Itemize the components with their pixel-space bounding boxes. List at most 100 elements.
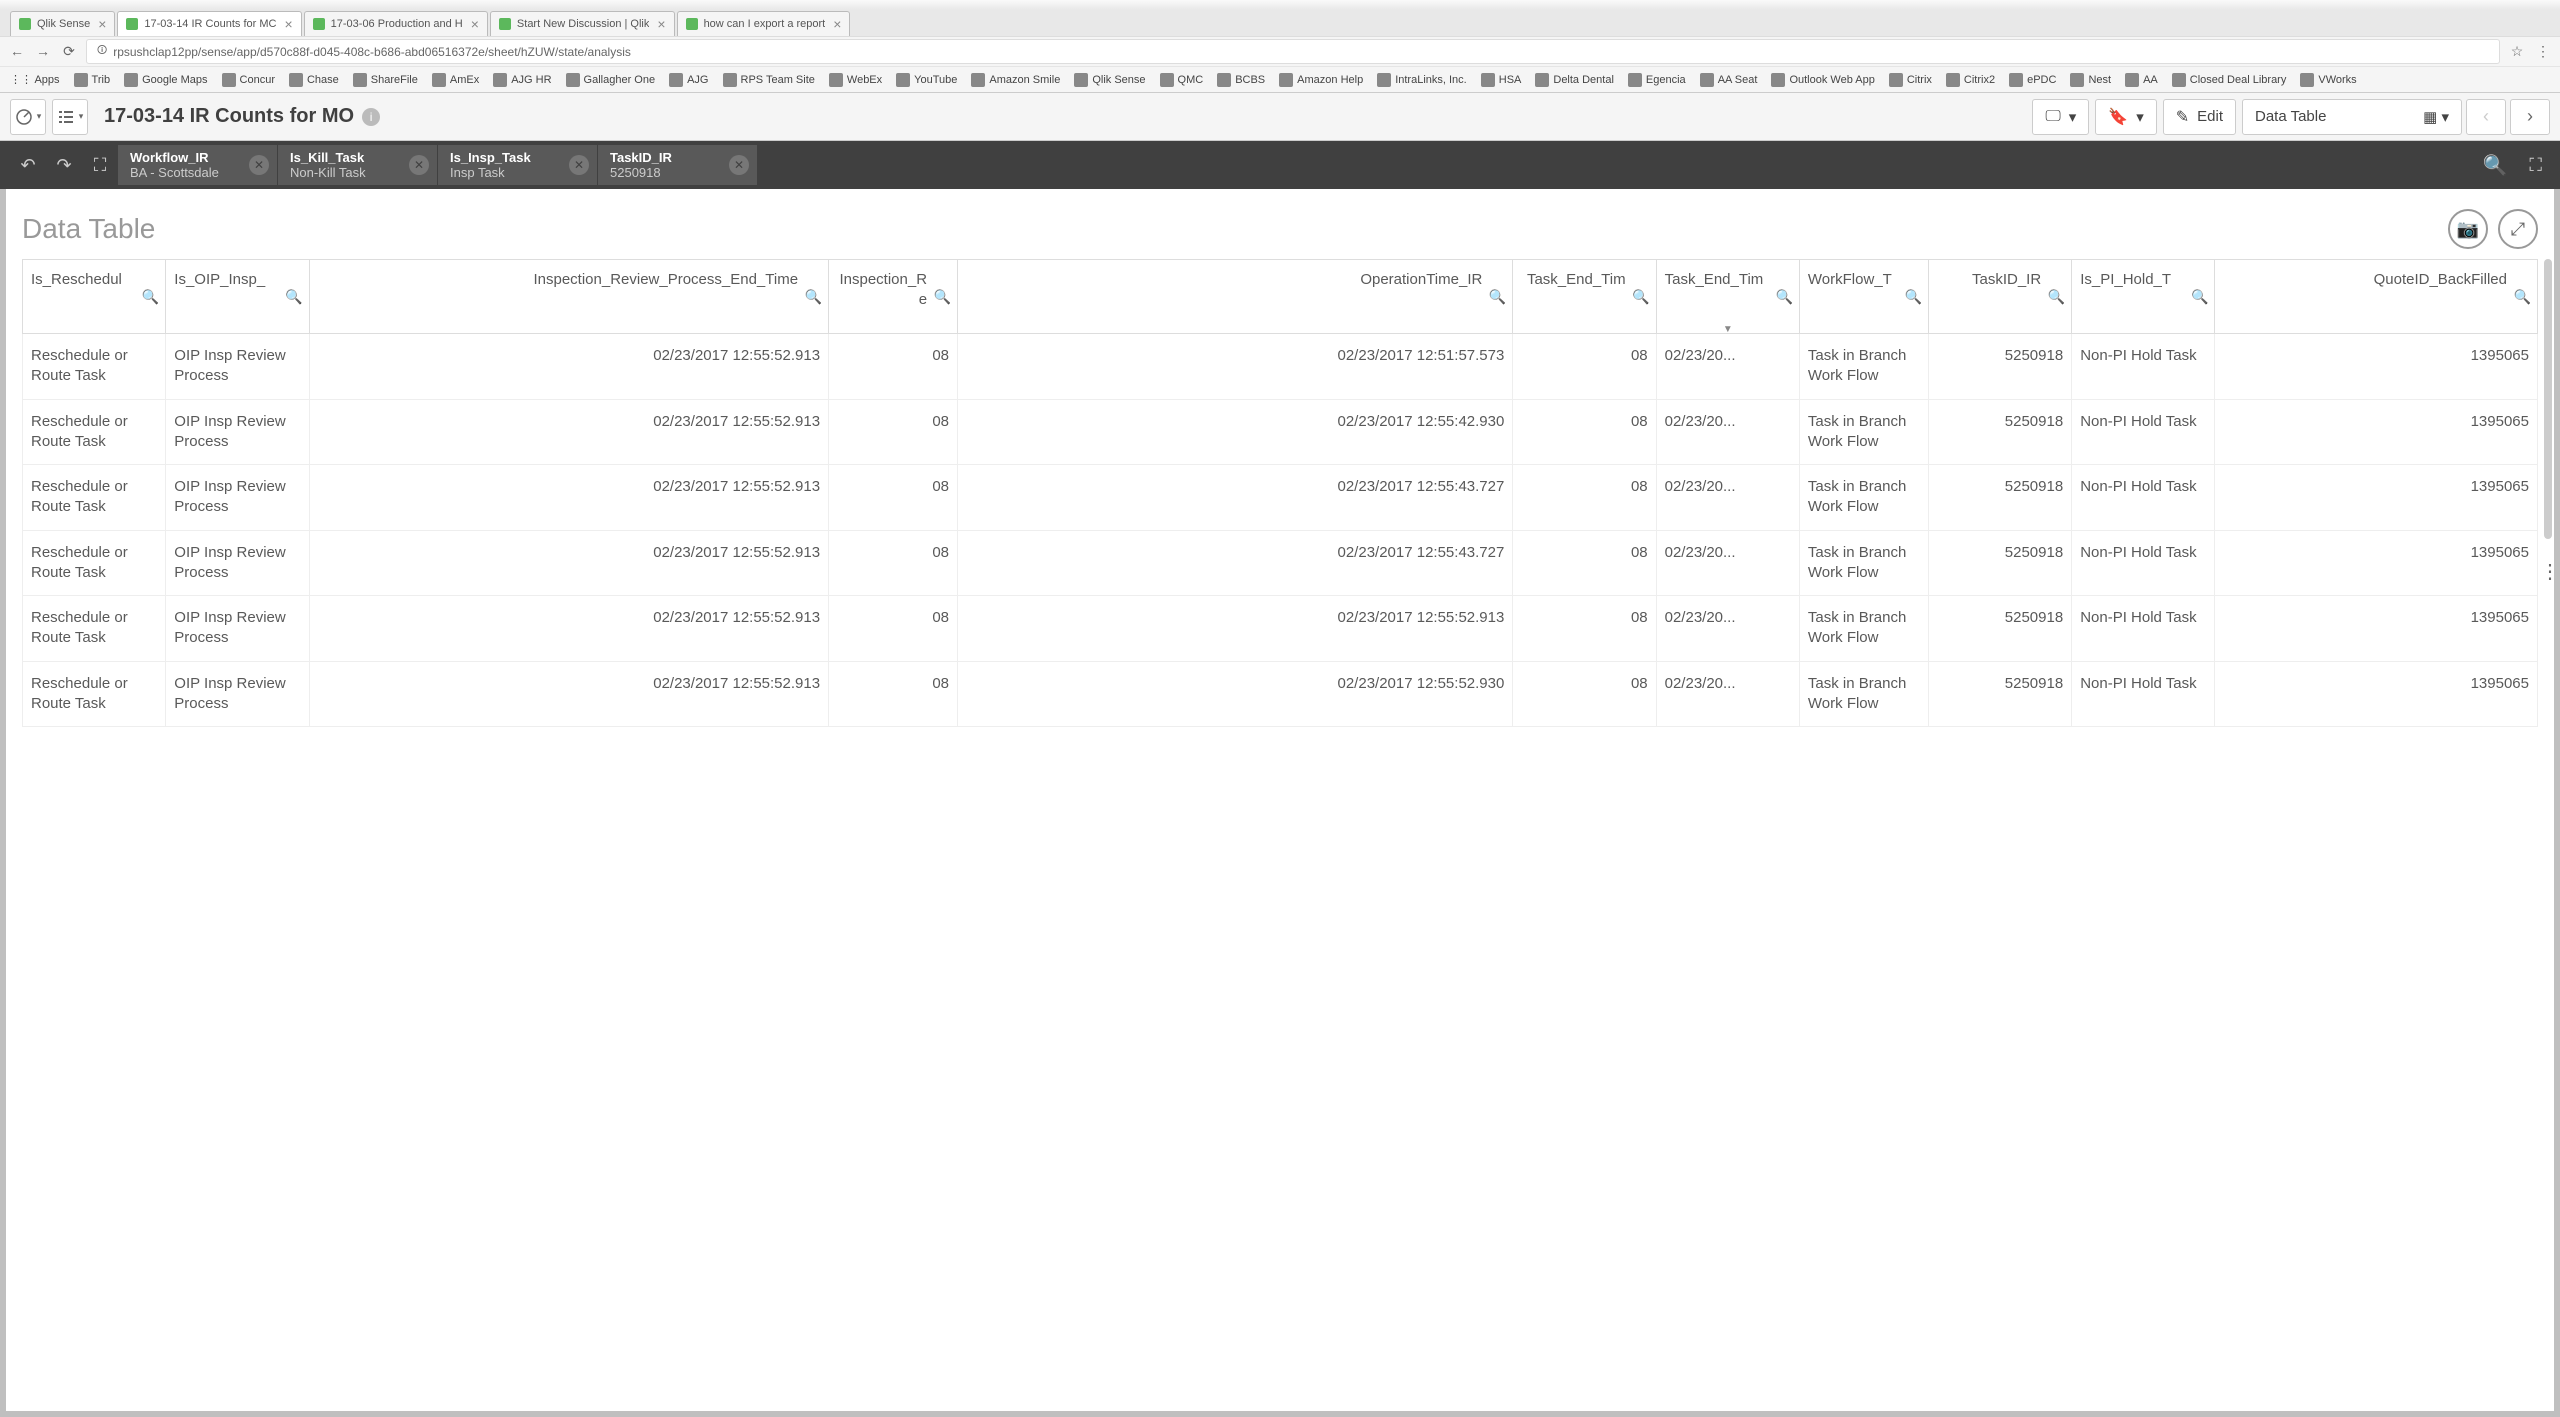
bookmark-item[interactable]: Concur — [222, 73, 275, 87]
data-table-object[interactable]: Is_Reschedul🔍Is_OIP_Insp_🔍Inspection_Rev… — [22, 259, 2538, 727]
column-header[interactable]: TaskID_IR🔍 — [1928, 260, 2071, 334]
column-header[interactable]: Inspection_Re🔍 — [829, 260, 958, 334]
bookmark-item[interactable]: AA — [2125, 73, 2158, 87]
selection-tag[interactable]: TaskID_IR5250918✕ — [598, 145, 758, 185]
bookmark-item[interactable]: VWorks — [2300, 73, 2356, 87]
bookmark-item[interactable]: Nest — [2070, 73, 2111, 87]
bookmark-item[interactable]: Citrix2 — [1946, 73, 1995, 87]
browser-tab[interactable]: how can I export a report× — [677, 11, 851, 36]
table-row[interactable]: Reschedule or Route TaskOIP Insp Review … — [23, 465, 2538, 531]
column-header[interactable]: Inspection_Review_Process_End_Time🔍 — [309, 260, 828, 334]
tab-close-icon[interactable]: × — [471, 16, 479, 32]
smart-search-button[interactable]: 🔍 — [2468, 153, 2521, 178]
clear-all-button[interactable]: ⛶ — [82, 147, 118, 183]
selection-clear-icon[interactable]: ✕ — [569, 155, 589, 175]
bookmark-item[interactable]: Closed Deal Library — [2172, 73, 2287, 87]
table-row[interactable]: Reschedule or Route TaskOIP Insp Review … — [23, 334, 2538, 400]
bookmark-item[interactable]: Amazon Help — [1279, 73, 1363, 87]
tab-close-icon[interactable]: × — [657, 16, 665, 32]
browser-tab[interactable]: Start New Discussion | Qlik× — [490, 11, 675, 36]
menu-icon[interactable]: ⋮ — [2534, 43, 2552, 61]
next-sheet-button[interactable]: › — [2510, 99, 2550, 135]
bookmark-item[interactable]: Gallagher One — [566, 73, 656, 87]
column-header[interactable]: Task_End_Tim🔍 — [1513, 260, 1656, 334]
column-header[interactable]: WorkFlow_T🔍 — [1799, 260, 1928, 334]
bookmark-item[interactable]: Delta Dental — [1535, 73, 1614, 87]
tab-close-icon[interactable]: × — [284, 16, 292, 32]
column-search-icon[interactable]: 🔍 — [805, 288, 822, 305]
star-icon[interactable]: ☆ — [2508, 43, 2526, 61]
table-row[interactable]: Reschedule or Route TaskOIP Insp Review … — [23, 530, 2538, 596]
browser-tab[interactable]: Qlik Sense× — [10, 11, 115, 36]
column-search-icon[interactable]: 🔍 — [2048, 288, 2065, 305]
bookmark-item[interactable]: IntraLinks, Inc. — [1377, 73, 1467, 87]
scrollbar-vertical[interactable] — [2544, 259, 2552, 539]
browser-tab[interactable]: 17-03-06 Production and H× — [304, 11, 488, 36]
bookmark-item[interactable]: ePDC — [2009, 73, 2056, 87]
bookmark-item[interactable]: Outlook Web App — [1771, 73, 1874, 87]
bookmark-item[interactable]: Qlik Sense — [1074, 73, 1145, 87]
step-back-button[interactable]: ↶ — [10, 147, 46, 183]
selection-clear-icon[interactable]: ✕ — [249, 155, 269, 175]
column-search-icon[interactable]: 🔍 — [1489, 288, 1506, 305]
column-search-icon[interactable]: 🔍 — [2191, 288, 2208, 305]
column-header[interactable]: Task_End_Tim🔍▼ — [1656, 260, 1799, 334]
edit-button[interactable]: ✎Edit — [2163, 99, 2236, 135]
bookmark-item[interactable]: AJG — [669, 73, 708, 87]
bookmark-item[interactable]: AA Seat — [1700, 73, 1758, 87]
column-header[interactable]: QuoteID_BackFilled🔍 — [2215, 260, 2538, 334]
step-forward-button[interactable]: ↷ — [46, 147, 82, 183]
table-row[interactable]: Reschedule or Route TaskOIP Insp Review … — [23, 596, 2538, 662]
back-button[interactable]: ← — [8, 43, 26, 61]
bookmark-item[interactable]: QMC — [1160, 73, 1204, 87]
selection-tag[interactable]: Is_Kill_TaskNon-Kill Task✕ — [278, 145, 438, 185]
table-more-button[interactable]: ⋮ — [2540, 559, 2560, 584]
apps-button[interactable]: ⋮⋮ Apps — [10, 73, 60, 86]
column-header[interactable]: Is_Reschedul🔍 — [23, 260, 166, 334]
bookmark-item[interactable]: Egencia — [1628, 73, 1686, 87]
table-row[interactable]: Reschedule or Route TaskOIP Insp Review … — [23, 399, 2538, 465]
browser-tab[interactable]: 17-03-14 IR Counts for MC× — [117, 11, 301, 36]
selection-tag[interactable]: Workflow_IRBA - Scottsdale✕ — [118, 145, 278, 185]
nav-menu-button[interactable] — [10, 99, 46, 135]
selection-tag[interactable]: Is_Insp_TaskInsp Task✕ — [438, 145, 598, 185]
bookmark-item[interactable]: ShareFile — [353, 73, 418, 87]
snapshot-button[interactable]: 📷 — [2448, 209, 2488, 249]
present-button[interactable]: 🖵▾ — [2032, 99, 2089, 135]
list-menu-button[interactable] — [52, 99, 88, 135]
bookmark-item[interactable]: Citrix — [1889, 73, 1932, 87]
selections-tool-button[interactable]: ⛶ — [2521, 155, 2550, 176]
column-search-icon[interactable]: 🔍 — [1904, 288, 1921, 305]
fullscreen-button[interactable]: ⤢ — [2498, 209, 2538, 249]
bookmark-item[interactable]: Amazon Smile — [971, 73, 1060, 87]
bookmark-item[interactable]: YouTube — [896, 73, 957, 87]
selection-clear-icon[interactable]: ✕ — [409, 155, 429, 175]
bookmark-item[interactable]: Chase — [289, 73, 339, 87]
column-header[interactable]: OperationTime_IR🔍 — [958, 260, 1513, 334]
tab-close-icon[interactable]: × — [833, 16, 841, 32]
column-search-icon[interactable]: 🔍 — [1632, 288, 1649, 305]
bookmark-item[interactable]: AJG HR — [493, 73, 551, 87]
sheet-selector[interactable]: Data Table▦ ▾ — [2242, 99, 2462, 135]
table-row[interactable]: Reschedule or Route TaskOIP Insp Review … — [23, 661, 2538, 727]
bookmark-item[interactable]: WebEx — [829, 73, 882, 87]
bookmark-button[interactable]: 🔖▾ — [2095, 99, 2156, 135]
forward-button[interactable]: → — [34, 43, 52, 61]
info-icon[interactable]: i — [362, 108, 380, 126]
column-search-icon[interactable]: 🔍 — [285, 288, 302, 305]
column-search-icon[interactable]: 🔍 — [2514, 288, 2531, 305]
bookmark-item[interactable]: Trib — [74, 73, 111, 87]
bookmark-item[interactable]: HSA — [1481, 73, 1522, 87]
column-header[interactable]: Is_OIP_Insp_🔍 — [166, 260, 309, 334]
column-search-icon[interactable]: 🔍 — [934, 288, 951, 305]
tab-close-icon[interactable]: × — [98, 16, 106, 32]
column-search-icon[interactable]: 🔍 — [142, 288, 159, 305]
reload-button[interactable]: ⟳ — [60, 43, 78, 61]
prev-sheet-button[interactable]: ‹ — [2466, 99, 2506, 135]
column-header[interactable]: Is_PI_Hold_T🔍 — [2072, 260, 2215, 334]
bookmark-item[interactable]: BCBS — [1217, 73, 1265, 87]
column-search-icon[interactable]: 🔍 — [1775, 288, 1792, 305]
selection-clear-icon[interactable]: ✕ — [729, 155, 749, 175]
bookmark-item[interactable]: Google Maps — [124, 73, 207, 87]
bookmark-item[interactable]: RPS Team Site — [723, 73, 815, 87]
